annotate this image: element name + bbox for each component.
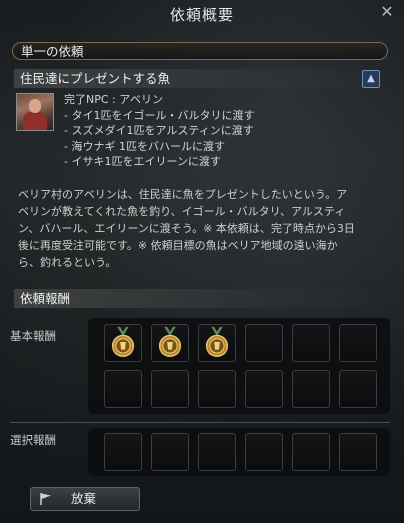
completion-npc: 完了NPC : アベリン xyxy=(64,93,164,106)
reward-slot-empty[interactable] xyxy=(151,433,189,471)
objective-item: - イサキ1匹をエイリーンに渡す xyxy=(64,155,221,168)
description-line: 後に再度受注可能です。※ 依頼目標の魚はベリア地域の遠い海か xyxy=(18,239,338,252)
reward-slot-empty[interactable] xyxy=(292,370,330,408)
divider xyxy=(10,422,390,423)
reward-slot-empty[interactable] xyxy=(198,433,236,471)
flag-icon xyxy=(40,493,51,505)
abandon-button[interactable]: 放棄 xyxy=(30,487,140,511)
reward-slot-empty[interactable] xyxy=(245,324,283,362)
reward-slot-empty[interactable] xyxy=(339,433,377,471)
reward-slot-empty[interactable] xyxy=(339,324,377,362)
reward-slot-empty[interactable] xyxy=(292,433,330,471)
reward-slot-filled[interactable] xyxy=(198,324,236,362)
reward-slot-filled[interactable] xyxy=(104,324,142,362)
objective-item: - タイ1匹をイゴール・バルタリに渡す xyxy=(64,108,255,122)
reward-slot-empty[interactable] xyxy=(245,433,283,471)
description-line: ベリンが教えてくれた魚を釣り、イゴール・バルタリ、アルスティ xyxy=(18,205,346,218)
window-title: 依頼概要 xyxy=(169,6,234,24)
reward-slot-empty[interactable] xyxy=(104,433,142,471)
abandon-label: 放棄 xyxy=(71,491,97,506)
reward-header: 依頼報酬 xyxy=(14,289,390,308)
basic-reward-label: 基本報酬 xyxy=(10,329,56,343)
medal-icon xyxy=(205,326,229,357)
description-line: ベリア村のアベリンは、住民達に魚をプレゼントしたいという。ア xyxy=(18,188,348,201)
reward-slot-empty[interactable] xyxy=(198,370,236,408)
description-line: ら、釣れるという。 xyxy=(18,256,117,269)
choice-reward-label: 選択報酬 xyxy=(10,433,56,447)
quest-description: ベリア村のアベリンは、住民達に魚をプレゼントしたいという。ア ベリンが教えてくれ… xyxy=(18,186,390,271)
npc-portrait xyxy=(16,93,54,131)
reward-slot-filled[interactable] xyxy=(151,324,189,362)
description-line: ン、バハール、エイリーンに渡そう。※ 本依頼は、完了時点から3日 xyxy=(18,222,355,235)
close-icon[interactable]: ✕ xyxy=(378,3,396,21)
medal-icon xyxy=(111,326,135,357)
objective-item: - スズメダイ1匹をアルスティンに渡す xyxy=(64,124,254,137)
quest-category-bar: 単一の依頼 xyxy=(12,42,388,60)
collapse-icon[interactable]: ▲ xyxy=(362,70,380,88)
quest-title: 住民達にプレゼントする魚 xyxy=(14,69,390,88)
medal-icon xyxy=(158,326,182,357)
reward-slot-empty[interactable] xyxy=(104,370,142,408)
reward-slot-empty[interactable] xyxy=(339,370,377,408)
reward-slot-empty[interactable] xyxy=(245,370,283,408)
reward-slot-empty[interactable] xyxy=(151,370,189,408)
reward-slot-empty[interactable] xyxy=(292,324,330,362)
objective-item: - 海ウナギ 1匹をバハールに渡す xyxy=(64,139,225,153)
quest-objectives: 完了NPC : アベリン - タイ1匹をイゴール・バルタリに渡す - スズメダイ… xyxy=(64,92,254,170)
